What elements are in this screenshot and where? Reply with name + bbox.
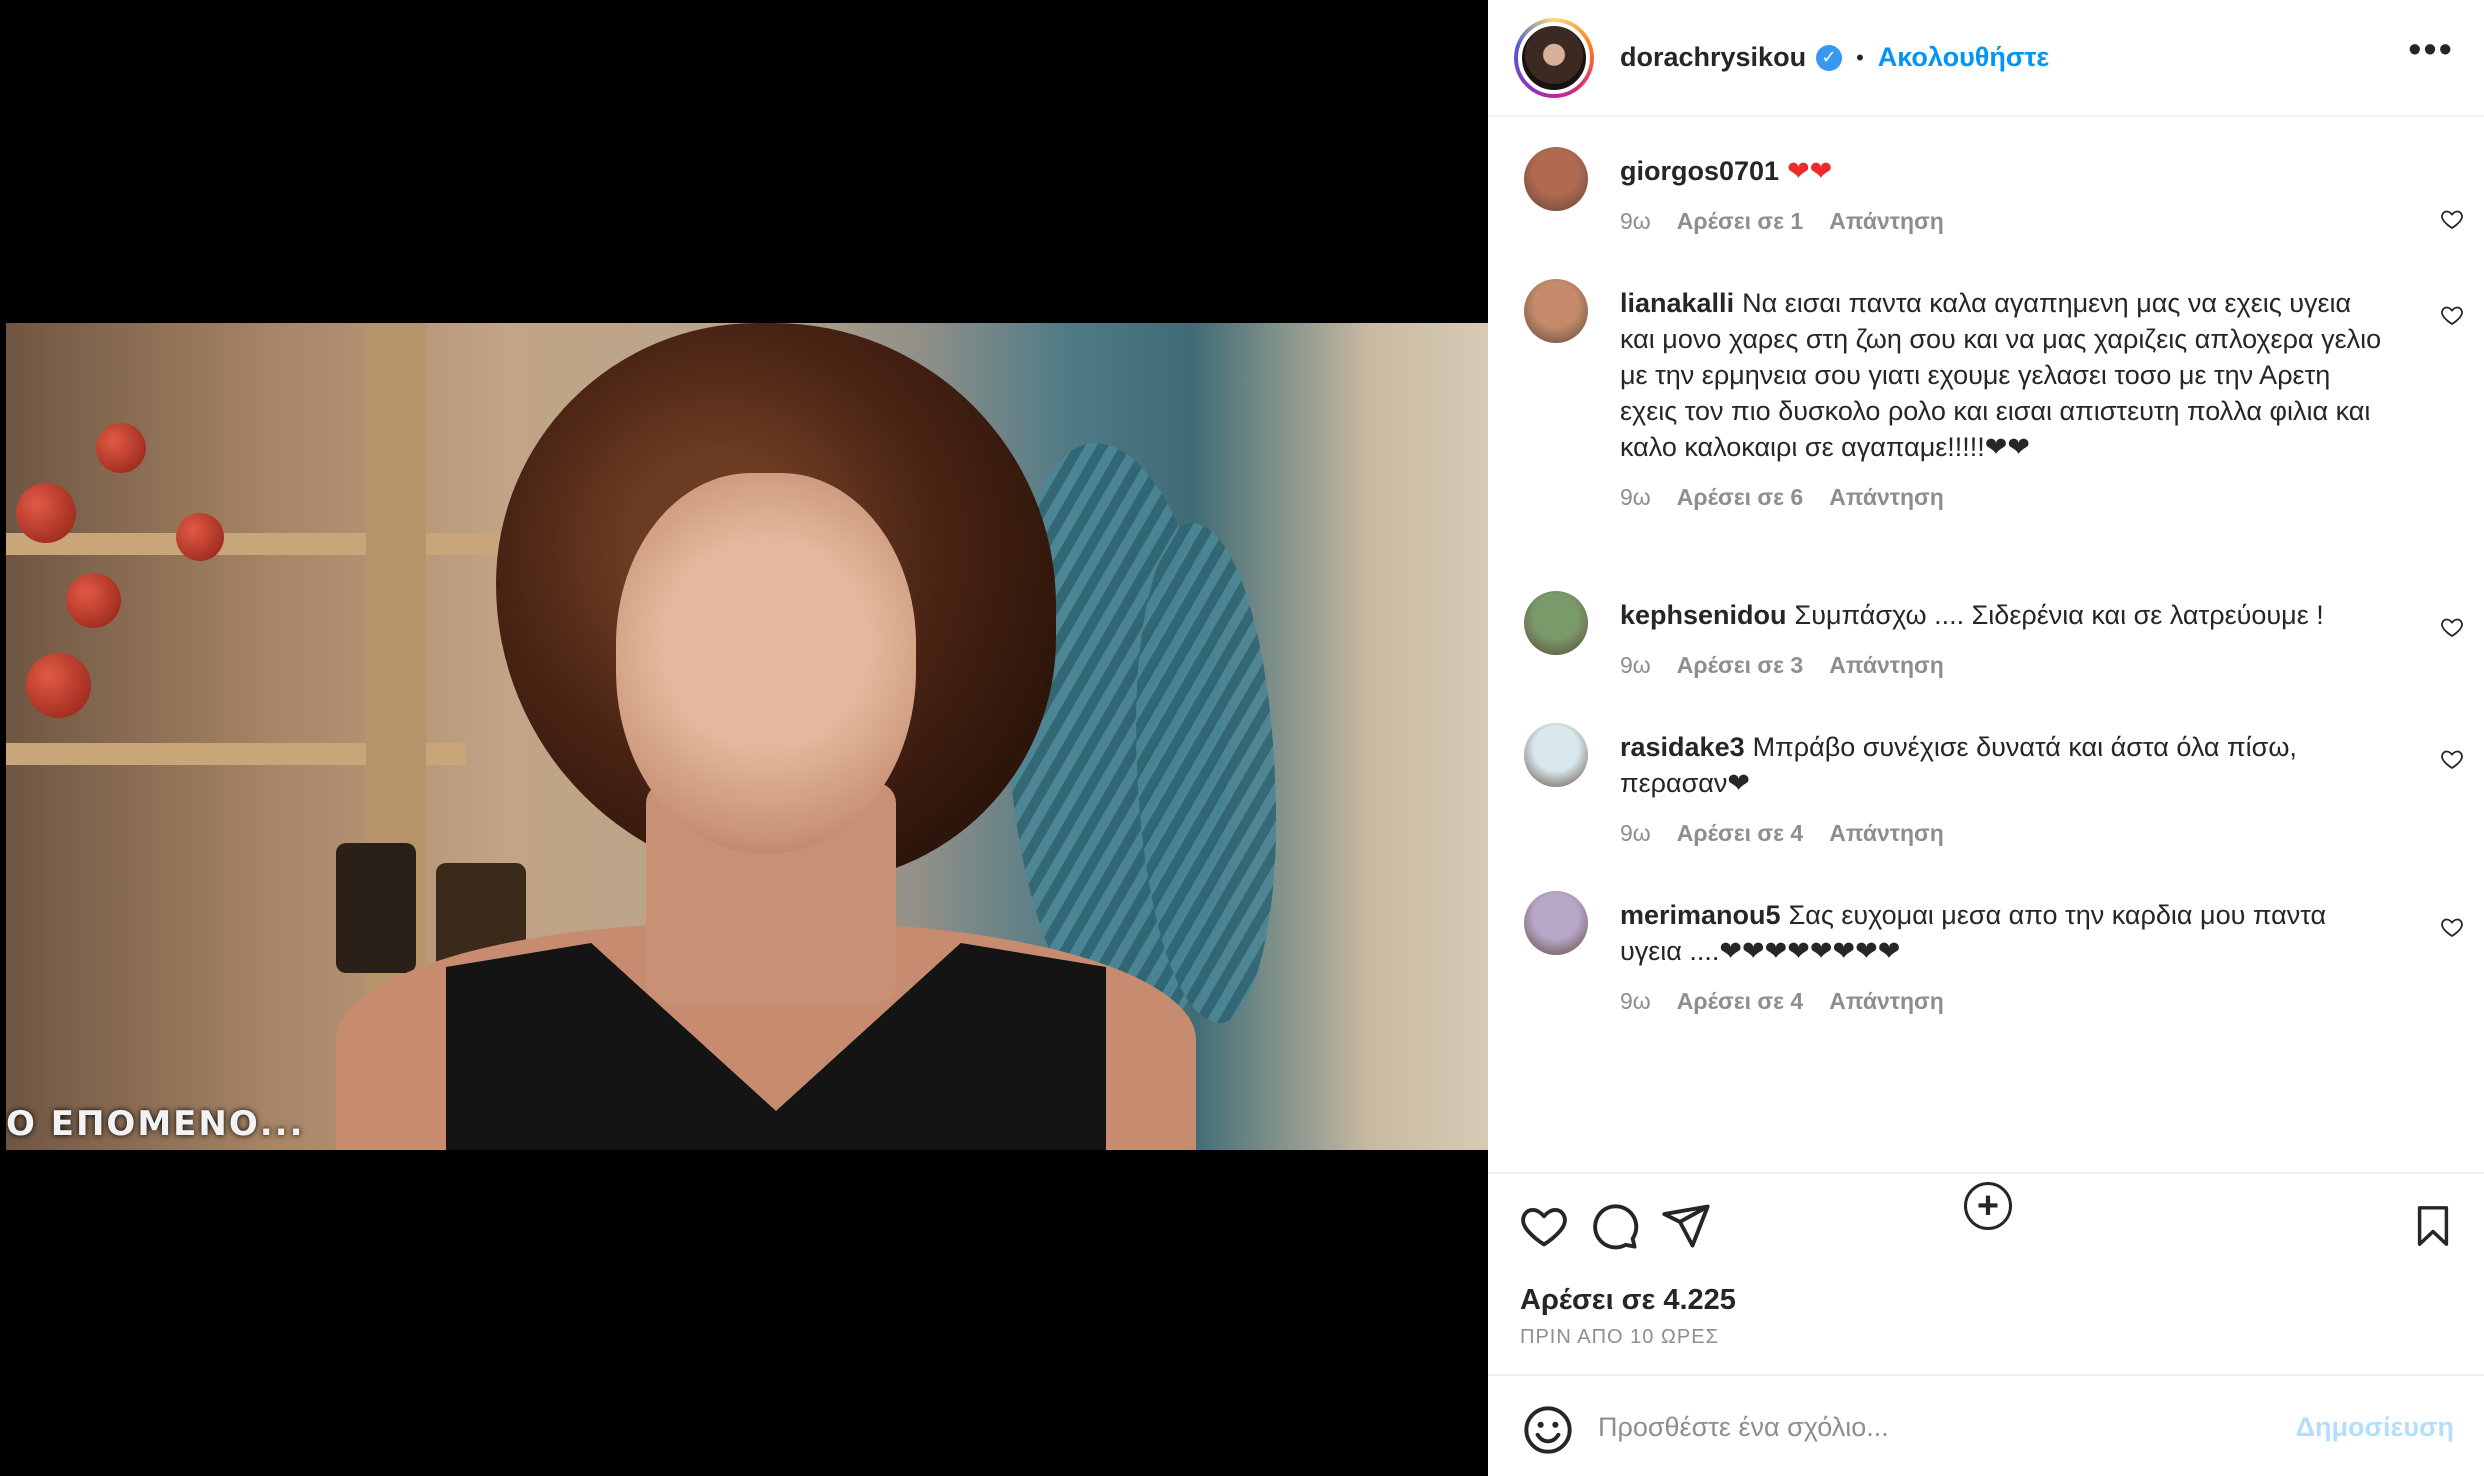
comment-username[interactable]: rasidake3 xyxy=(1620,732,1745,762)
post-actions: Αρέσει σε 4.225 ΠΡΙΝ ΑΠΟ 10 ΩΡΕΣ xyxy=(1488,1172,2484,1374)
comment-username[interactable]: lianakalli xyxy=(1620,288,1734,318)
comment-time[interactable]: 9ω xyxy=(1620,815,1651,851)
pomegranate xyxy=(176,513,224,561)
comment-meta: 9ω Αρέσει σε 6 Απάντηση xyxy=(1620,479,2390,515)
video-subtitle: Ο ΕΠΟΜΕΝΟ... xyxy=(6,1104,305,1144)
commenter-avatar[interactable] xyxy=(1524,723,1588,787)
comment-text: ❤❤ xyxy=(1787,156,1833,186)
follow-button[interactable]: Ακολουθήστε xyxy=(1878,42,2049,73)
more-options-icon[interactable]: ••• xyxy=(2408,31,2454,69)
comment-meta: 9ω Αρέσει σε 4 Απάντηση xyxy=(1620,983,2390,1019)
comment-input[interactable] xyxy=(1598,1398,2298,1456)
comment-like-heart-icon[interactable] xyxy=(2440,747,2464,771)
save-bookmark-icon[interactable] xyxy=(2410,1200,2456,1252)
comment-meta: 9ω Αρέσει σε 4 Απάντηση xyxy=(1620,815,2390,851)
comment-likes[interactable]: Αρέσει σε 3 xyxy=(1677,647,1803,683)
commenter-avatar[interactable] xyxy=(1524,147,1588,211)
comment-body: rasidake3 Μπράβο συνέχισε δυνατά και άστα… xyxy=(1620,729,2390,851)
pomegranate xyxy=(66,573,121,628)
comment-time[interactable]: 9ω xyxy=(1620,203,1651,239)
shelf xyxy=(6,533,526,555)
author-avatar[interactable] xyxy=(1518,21,1590,94)
author-username[interactable]: dorachrysikou xyxy=(1620,42,1806,73)
comment-like-heart-icon[interactable] xyxy=(2440,915,2464,939)
comment-time[interactable]: 9ω xyxy=(1620,647,1651,683)
pomegranate xyxy=(96,423,146,473)
comment-reply-button[interactable]: Απάντηση xyxy=(1829,479,1944,515)
comment-text: Συμπάσχω .... Σιδερένια και σε λατρεύουμ… xyxy=(1794,600,2324,630)
comment-time[interactable]: 9ω xyxy=(1620,479,1651,515)
person-face xyxy=(616,473,916,853)
share-paper-plane-icon[interactable] xyxy=(1660,1200,1712,1252)
likes-count[interactable]: Αρέσει σε 4.225 xyxy=(1520,1284,1736,1317)
post-timestamp[interactable]: ΠΡΙΝ ΑΠΟ 10 ΩΡΕΣ xyxy=(1520,1326,1719,1349)
comment-body: giorgos0701 ❤❤ 9ω Αρέσει σε 1 Απάντηση xyxy=(1620,153,2390,239)
comments-list: giorgos0701 ❤❤ 9ω Αρέσει σε 1 Απάντηση li… xyxy=(1488,117,2484,1230)
jar xyxy=(336,843,416,973)
author-avatar-story-ring[interactable] xyxy=(1514,17,1594,98)
header-separator: • xyxy=(1856,44,1864,70)
comment-meta: 9ω Αρέσει σε 1 Απάντηση xyxy=(1620,203,2390,239)
commenter-avatar[interactable] xyxy=(1524,279,1588,343)
comment-reply-button[interactable]: Απάντηση xyxy=(1829,815,1944,851)
emoji-smiley-icon[interactable] xyxy=(1522,1404,1574,1456)
pomegranate xyxy=(16,483,76,543)
comment-like-heart-icon[interactable] xyxy=(2440,303,2464,327)
post-media-pane: Ο ΕΠΟΜΕΝΟ... xyxy=(0,0,1488,1476)
pomegranate xyxy=(26,653,91,718)
comment-username[interactable]: merimanou5 xyxy=(1620,900,1781,930)
like-heart-icon[interactable] xyxy=(1518,1200,1570,1252)
comment-reply-button[interactable]: Απάντηση xyxy=(1829,647,1944,683)
comment-likes[interactable]: Αρέσει σε 1 xyxy=(1677,203,1803,239)
comment-likes[interactable]: Αρέσει σε 6 xyxy=(1677,479,1803,515)
comment-body: kephsenidou Συμπάσχω .... Σιδερένια και σ… xyxy=(1620,597,2390,683)
comment-username[interactable]: kephsenidou xyxy=(1620,600,1787,630)
post-header: dorachrysikou ✓ • Ακολουθήστε ••• xyxy=(1488,0,2484,117)
comment-text: Να εισαι παντα καλα αγαπημενη μας να εχε… xyxy=(1620,288,2382,462)
comment-likes[interactable]: Αρέσει σε 4 xyxy=(1677,815,1803,851)
add-comment-bar: Δημοσίευση xyxy=(1488,1374,2484,1476)
comment-reply-button[interactable]: Απάντηση xyxy=(1829,203,1944,239)
comment-body: merimanou5 Σας ευχομαι μεσα απο την καρδι… xyxy=(1620,897,2390,1019)
comment-meta: 9ω Αρέσει σε 3 Απάντηση xyxy=(1620,647,2390,683)
post-comment-button[interactable]: Δημοσίευση xyxy=(2296,1412,2454,1443)
comment-time[interactable]: 9ω xyxy=(1620,983,1651,1019)
commenter-avatar[interactable] xyxy=(1524,891,1588,955)
post-photo[interactable]: Ο ΕΠΟΜΕΝΟ... xyxy=(6,323,1488,1150)
comment-like-heart-icon[interactable] xyxy=(2440,207,2464,231)
comment-bubble-icon[interactable] xyxy=(1588,1200,1640,1252)
comment-body: lianakalli Να εισαι παντα καλα αγαπημενη … xyxy=(1620,285,2390,515)
comment-like-heart-icon[interactable] xyxy=(2440,615,2464,639)
comment-likes[interactable]: Αρέσει σε 4 xyxy=(1677,983,1803,1019)
verified-badge-icon: ✓ xyxy=(1816,44,1843,71)
post-sidebar: dorachrysikou ✓ • Ακολουθήστε ••• giorgo… xyxy=(1488,0,2484,1476)
commenter-avatar[interactable] xyxy=(1524,591,1588,655)
comment-username[interactable]: giorgos0701 xyxy=(1620,156,1779,186)
comment-reply-button[interactable]: Απάντηση xyxy=(1829,983,1944,1019)
